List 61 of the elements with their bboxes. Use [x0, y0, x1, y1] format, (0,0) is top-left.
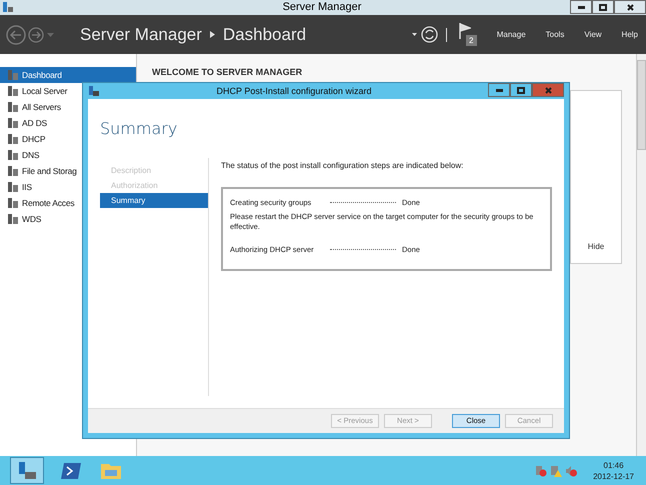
hide-link[interactable]: Hide: [588, 240, 604, 252]
minimize-button[interactable]: [488, 83, 510, 97]
server-icon: [7, 149, 19, 161]
taskbar-app-button[interactable]: [10, 457, 44, 484]
window-title: Server Manager: [282, 0, 362, 15]
server-icon: [7, 165, 19, 177]
clock[interactable]: 01:46 2012-12-17: [593, 460, 634, 482]
server-icon: [7, 101, 19, 113]
minimize-button[interactable]: [570, 0, 592, 14]
powershell-icon: [61, 462, 81, 478]
minimize-icon: [578, 6, 584, 8]
maximize-icon: [517, 86, 525, 94]
server-icon: [7, 117, 19, 129]
menu-item[interactable]: View: [584, 28, 602, 40]
dropdown-caret-icon[interactable]: [412, 33, 417, 36]
forward-button[interactable]: [28, 26, 44, 42]
minimize-icon: [496, 88, 502, 92]
sidebar-item[interactable]: Local Server: [0, 83, 136, 99]
menu-item[interactable]: Tools: [546, 28, 564, 40]
breadcrumb-page: Dashboard: [222, 24, 306, 46]
flag-error-icon[interactable]: [535, 464, 548, 476]
welcome-heading: WELCOME TO SERVER MANAGER: [152, 66, 304, 79]
wizard-step[interactable]: Summary: [100, 193, 208, 208]
flag-icon: [458, 22, 471, 38]
breadcrumb-arrow-icon: [210, 31, 215, 38]
sidebar-item[interactable]: DNS: [0, 147, 136, 163]
intro-text: The status of the post install configuration steps are indicated below:: [221, 160, 464, 172]
sidebar-item[interactable]: Dashboard: [0, 67, 136, 83]
app-icon: [2, 1, 14, 13]
close-icon: [626, 4, 634, 10]
refresh-button[interactable]: [420, 26, 438, 43]
menu-item[interactable]: Manage: [496, 28, 526, 40]
scrollbar[interactable]: [636, 54, 646, 456]
maximize-button[interactable]: [510, 83, 532, 97]
close-icon: [544, 86, 552, 94]
back-button[interactable]: [6, 24, 26, 44]
server-icon: [7, 133, 19, 145]
maximize-button[interactable]: [592, 0, 614, 14]
refresh-icon: [420, 26, 438, 43]
server-icon: [7, 85, 19, 97]
network-warning-icon[interactable]: [550, 464, 562, 476]
server-icon: [7, 181, 19, 193]
sidebar-item[interactable]: All Servers: [0, 99, 136, 115]
notification-count: 2: [466, 34, 477, 46]
dialog-title: DHCP Post-Install configuration wizard: [216, 85, 372, 98]
server-icon: [7, 197, 19, 209]
close-button[interactable]: [614, 0, 646, 14]
speaker-muted-icon[interactable]: [565, 464, 578, 476]
dotted-leader: [330, 202, 396, 204]
notifications-button[interactable]: 2: [458, 22, 477, 46]
sidebar-item[interactable]: WDS: [0, 211, 136, 227]
folder-icon: [101, 462, 121, 479]
breadcrumb-app: Server Manager: [80, 24, 202, 46]
maximize-icon: [599, 4, 607, 10]
dialog-heading: Summary: [100, 118, 178, 140]
server-icon: [7, 213, 19, 225]
menu-item[interactable]: Help: [622, 28, 638, 40]
server-manager-icon: [17, 462, 37, 480]
wizard-icon: [88, 85, 100, 97]
server-icon: [7, 69, 19, 81]
dotted-leader: [330, 249, 396, 250]
